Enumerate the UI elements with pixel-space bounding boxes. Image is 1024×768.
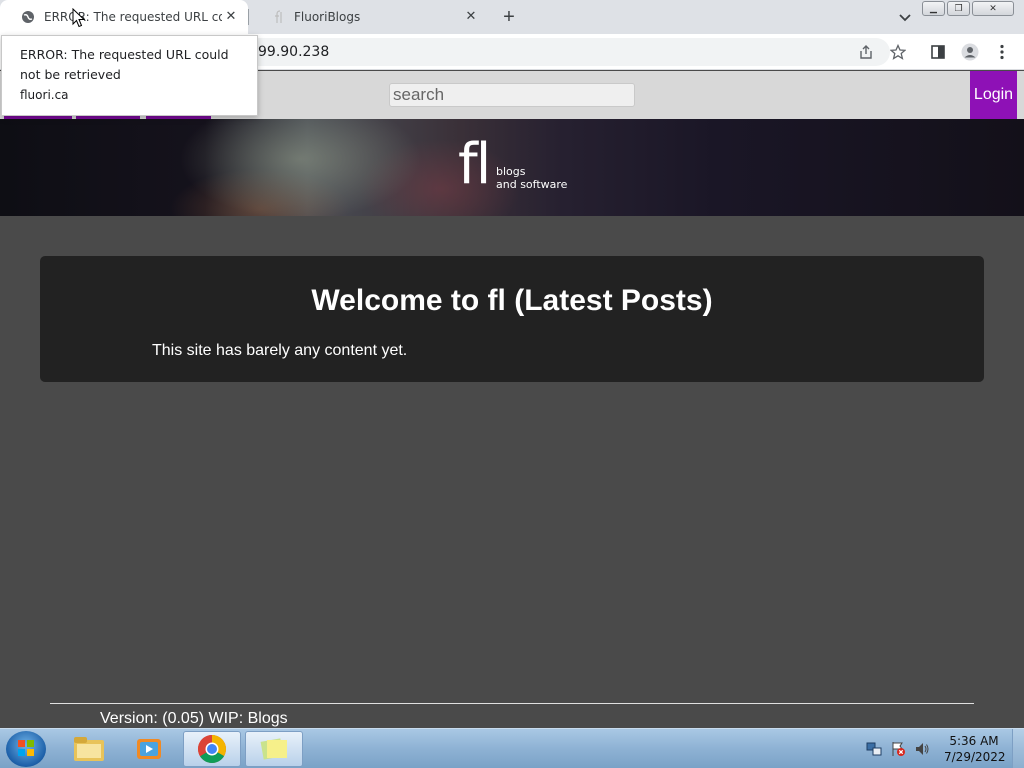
fl-favicon-icon (270, 9, 286, 25)
profile-avatar-icon[interactable] (961, 43, 979, 61)
window-controls: ▁ ❐ ✕ (920, 1, 1014, 16)
address-bar-url[interactable]: 99.90.238 (258, 44, 329, 60)
site-banner: fl blogs and software (0, 119, 1024, 216)
footer-version: Version: (0.05) WIP: Blogs (100, 710, 288, 727)
tab-fluoriblogs[interactable]: FluoriBlogs ✕ (250, 0, 488, 34)
site-logo[interactable]: fl (458, 137, 491, 193)
page-title: Welcome to fl (Latest Posts) (311, 284, 713, 317)
logo-tagline: blogs and software (496, 165, 567, 191)
maximize-button[interactable]: ❐ (947, 1, 970, 16)
taskbar-clock[interactable]: 5:36 AM 7/29/2022 (944, 733, 1006, 765)
tooltip-title: ERROR: The requested URL could not be re… (20, 47, 229, 82)
tab-search-chevron-icon[interactable] (896, 8, 914, 26)
tab-title: FluoriBlogs (294, 10, 361, 24)
windows-taskbar: 5:36 AM 7/29/2022 (0, 728, 1024, 768)
start-button[interactable] (6, 731, 46, 767)
globe-icon (20, 9, 36, 25)
login-button[interactable]: Login (970, 71, 1017, 119)
tab-hover-tooltip: ERROR: The requested URL could not be re… (1, 35, 258, 116)
tab-error-page[interactable]: ERROR: The requested URL could not be re… (0, 0, 248, 34)
browser-tab-strip: ERROR: The requested URL could not be re… (0, 0, 1024, 34)
logo-tagline-line-2: and software (496, 178, 568, 191)
sticky-notes-icon[interactable] (245, 731, 303, 767)
bookmark-star-icon[interactable] (889, 43, 907, 61)
windows-explorer-icon[interactable] (60, 731, 118, 767)
action-center-flag-icon[interactable] (890, 741, 906, 757)
share-icon[interactable] (857, 43, 875, 61)
empty-content-message: This site has barely any content yet. (152, 342, 408, 359)
mouse-cursor-icon (72, 7, 86, 33)
new-tab-button[interactable]: + (498, 6, 520, 28)
tab-separator (248, 9, 249, 25)
footer-divider (50, 703, 974, 704)
site-search-input[interactable]: search (389, 83, 635, 107)
clock-date: 7/29/2022 (944, 750, 1006, 764)
tooltip-domain: fluori.ca (20, 88, 69, 102)
chrome-icon[interactable] (183, 731, 241, 767)
volume-icon[interactable] (914, 741, 930, 757)
media-player-icon[interactable] (120, 731, 178, 767)
tab-close-icon[interactable]: ✕ (462, 8, 480, 26)
clock-time: 5:36 AM (949, 734, 999, 748)
minimize-button[interactable]: ▁ (922, 1, 945, 16)
address-bar[interactable] (240, 38, 890, 66)
tab-close-icon[interactable]: ✕ (222, 8, 240, 26)
tab-title: ERROR: The requested URL could not be re… (44, 10, 222, 24)
window-close-button[interactable]: ✕ (972, 1, 1014, 16)
side-panel-icon[interactable] (929, 43, 947, 61)
logo-tagline-line-1: blogs (496, 165, 526, 178)
browser-menu-icon[interactable] (993, 43, 1011, 61)
latest-posts-card: Welcome to fl (Latest Posts) This site h… (40, 256, 984, 382)
show-desktop-button[interactable] (1012, 729, 1024, 768)
network-icon[interactable] (866, 741, 882, 757)
